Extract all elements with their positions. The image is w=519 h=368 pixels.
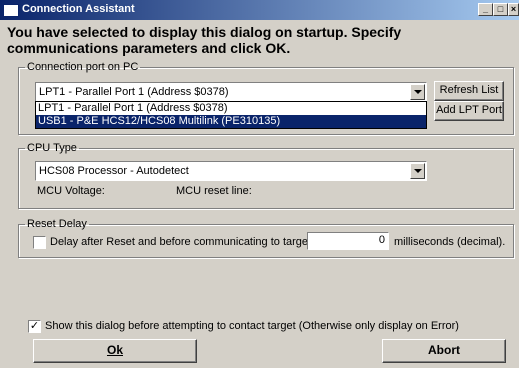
maximize-button[interactable]: □ xyxy=(493,3,508,16)
intro-text: You have selected to display this dialog… xyxy=(7,24,402,56)
app-icon xyxy=(3,4,19,17)
minimize-button[interactable]: _ xyxy=(478,3,493,16)
connection-port-legend: Connection port on PC xyxy=(27,61,139,73)
window-title: Connection Assistant xyxy=(22,3,135,15)
reset-delay-checkbox[interactable] xyxy=(33,236,46,249)
cpu-type-select[interactable]: HCS08 Processor - Autodetect xyxy=(35,161,427,181)
reset-delay-label: Delay after Reset and before communicati… xyxy=(50,236,327,248)
refresh-list-button[interactable]: Refresh List xyxy=(434,81,504,101)
cpu-type-value: HCS08 Processor - Autodetect xyxy=(39,165,189,177)
abort-button[interactable]: Abort xyxy=(382,339,506,363)
show-dialog-checkbox[interactable]: ✓ xyxy=(28,320,41,333)
ok-button[interactable]: Ok xyxy=(33,339,197,363)
title-bar[interactable]: Connection Assistant _ □ × xyxy=(0,0,519,20)
connection-port-dropdown[interactable]: LPT1 - Parallel Port 1 (Address $0378) U… xyxy=(35,101,427,129)
dropdown-option-usb1[interactable]: USB1 - P&E HCS12/HCS08 Multilink (PE3101… xyxy=(36,115,426,128)
close-button[interactable]: × xyxy=(508,3,519,16)
mcu-reset-label: MCU reset line: xyxy=(176,185,252,197)
mcu-voltage-label: MCU Voltage: xyxy=(37,185,105,197)
connection-port-select[interactable]: LPT1 - Parallel Port 1 (Address $0378) xyxy=(35,82,427,102)
dropdown-option-lpt1[interactable]: LPT1 - Parallel Port 1 (Address $0378) xyxy=(36,102,426,115)
chevron-down-icon[interactable] xyxy=(410,163,425,179)
reset-delay-input[interactable]: 0 xyxy=(307,232,389,250)
show-dialog-label: Show this dialog before attempting to co… xyxy=(45,320,459,332)
connection-port-value: LPT1 - Parallel Port 1 (Address $0378) xyxy=(39,86,229,98)
chevron-down-icon[interactable] xyxy=(410,84,425,100)
cpu-type-legend: CPU Type xyxy=(27,142,77,154)
reset-delay-unit: milliseconds (decimal). xyxy=(394,236,506,248)
add-lpt-port-button[interactable]: Add LPT Port xyxy=(434,101,504,121)
reset-delay-legend: Reset Delay xyxy=(27,218,87,230)
